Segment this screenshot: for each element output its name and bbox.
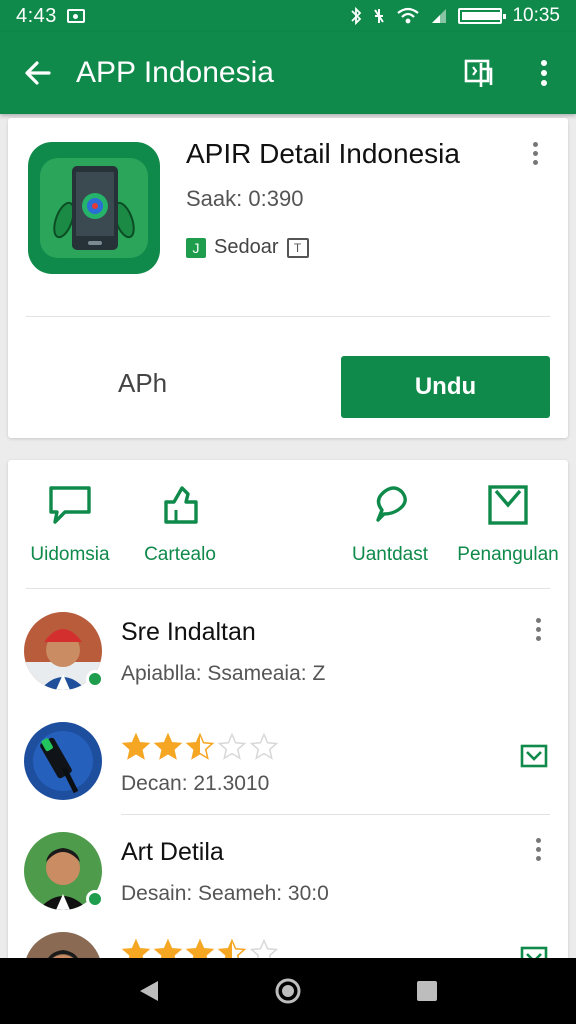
more-vert-icon — [541, 60, 547, 86]
app-meta: Saak: 0:390 — [186, 186, 304, 211]
item-more-button[interactable] — [526, 838, 550, 861]
checkbox-icon — [483, 480, 533, 530]
avatar — [24, 722, 102, 800]
quick-action-uantdast[interactable]: Uantdast — [344, 480, 436, 566]
back-button[interactable] — [0, 32, 76, 114]
app-bar-title: APP Indonesia — [76, 56, 274, 89]
app-badge-row: J Sedoar T — [186, 236, 309, 259]
install-button[interactable]: Undu — [341, 356, 550, 418]
quick-action-uidomsia[interactable]: Uidomsia — [18, 480, 122, 566]
comment-icon — [365, 480, 415, 530]
divider — [26, 588, 550, 589]
nav-home-button[interactable] — [268, 971, 308, 1011]
home-circle-icon — [275, 978, 301, 1004]
star-icon — [249, 732, 279, 760]
star-icon — [153, 732, 183, 760]
rating-stars — [121, 732, 279, 762]
status-clock: 10:35 — [512, 5, 560, 26]
nav-recents-button[interactable] — [407, 971, 447, 1011]
bluetooth-icon — [351, 7, 362, 25]
list-item[interactable]: Art Detila Desain: Seameh: 30:0 — [8, 820, 568, 930]
list-item[interactable]: Decan: 21.3010 — [8, 710, 568, 820]
quick-action-label: Uantdast — [351, 544, 429, 565]
mute-icon — [374, 9, 385, 23]
item-more-button[interactable] — [526, 618, 550, 641]
compare-icon — [464, 59, 493, 87]
quick-action-cartealo[interactable]: Cartealo — [134, 480, 226, 566]
system-nav-bar — [0, 958, 576, 1024]
arrow-back-icon — [25, 61, 51, 85]
divider — [121, 814, 550, 815]
app-bar: APP Indonesia — [0, 32, 576, 114]
app-bar-actions — [448, 32, 576, 114]
quick-action-penangulan[interactable]: Penangulan — [454, 480, 562, 566]
status-bar: 4:43 10:35 — [0, 0, 576, 32]
square-recents-icon — [416, 981, 437, 1001]
list-item[interactable]: Sre Indaltan Apiablla: Ssameaia: Z — [8, 600, 568, 710]
star-icon — [217, 732, 247, 760]
badge-label: Sedoar — [214, 236, 279, 258]
notification-icon — [66, 9, 85, 23]
activity-card: Uidomsia Cartealo Uantdast Penangulan Sr… — [8, 460, 568, 980]
item-subtitle: Apiablla: Ssameaia: Z — [121, 662, 326, 685]
compare-button[interactable] — [448, 32, 512, 114]
app-icon — [28, 142, 160, 274]
signal-icon — [432, 9, 447, 23]
badge-t-icon: T — [286, 237, 309, 258]
triangle-back-icon — [140, 981, 159, 1001]
divider — [26, 316, 550, 317]
nav-back-button[interactable] — [129, 971, 169, 1011]
quick-action-label: Uidomsia — [30, 544, 110, 565]
item-title: Sre Indaltan — [121, 618, 256, 646]
wifi-icon — [397, 7, 420, 24]
status-time: 4:43 — [16, 4, 57, 27]
item-subtitle: Decan: 21.3010 — [121, 772, 270, 795]
share-icon — [155, 480, 205, 530]
phone-app-icon — [40, 158, 148, 258]
star-icon — [185, 732, 215, 760]
star-icon — [121, 732, 151, 760]
quick-actions: Uidomsia Cartealo Uantdast Penangulan — [8, 480, 568, 590]
badge-j-icon: J — [186, 237, 206, 258]
quick-action-label: Cartealo — [144, 544, 216, 565]
status-indicators: 10:35 — [350, 5, 560, 27]
overflow-menu-button[interactable] — [512, 32, 576, 114]
item-title: Art Detila — [121, 838, 224, 866]
app-name: APIR Detail Indonesia — [186, 138, 460, 169]
online-indicator — [86, 890, 104, 908]
quick-action-label: Penangulan — [457, 544, 559, 565]
chat-bubble-icon — [45, 480, 95, 530]
battery-icon — [458, 8, 507, 24]
app-card-more-button[interactable] — [523, 142, 547, 165]
secondary-action-button[interactable]: APh — [118, 368, 167, 399]
checkbox-icon[interactable] — [520, 742, 548, 770]
online-indicator — [86, 670, 104, 688]
app-detail-card: APIR Detail Indonesia Saak: 0:390 J Sedo… — [8, 118, 568, 438]
item-subtitle: Desain: Seameh: 30:0 — [121, 882, 329, 905]
